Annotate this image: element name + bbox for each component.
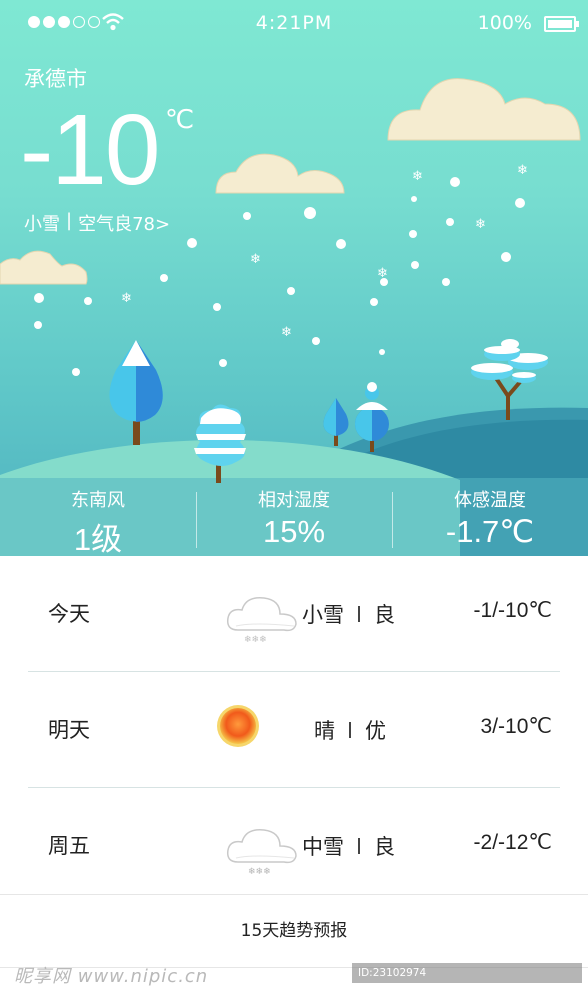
svg-text:❄: ❄ (281, 325, 292, 340)
forecast-condition: 中雪 良 (302, 831, 395, 861)
tree-icon (323, 398, 349, 446)
tree-icon (471, 339, 548, 420)
forecast-air-quality: 良 (374, 603, 395, 627)
stat-value: -1.7℃ (445, 514, 535, 549)
watermark-id: ID:23102974 NO:20180422134944281549 (352, 963, 582, 999)
forecast-weather: 小雪 (302, 603, 344, 627)
svg-text:❄: ❄ (475, 217, 486, 232)
trend-forecast-button[interactable]: 15天趋势预报 (0, 894, 588, 968)
forecast-temperature: 3/-10℃ (480, 715, 552, 738)
snow-cloud-icon: ❄❄❄ (226, 597, 297, 644)
forecast-condition: 小雪 良 (302, 599, 395, 629)
watermark-logo: 昵享网 www.nipic.cn (14, 966, 209, 987)
sun-icon (217, 705, 259, 747)
forecast-air-quality: 良 (374, 835, 395, 859)
svg-text:❄❄❄: ❄❄❄ (244, 635, 267, 644)
cloud-icon (215, 153, 345, 194)
battery-percentage: 100% (477, 12, 532, 34)
current-condition: 小雪 (24, 214, 60, 235)
stat-label: 相对湿度 (258, 490, 330, 511)
forecast-temperature: -2/-12℃ (473, 831, 552, 854)
tree-icon (109, 340, 163, 445)
cloud-icon (0, 250, 88, 285)
air-quality-link[interactable]: 空气良78> (78, 210, 170, 236)
current-condition-line: 小雪 | 空气良78> (24, 210, 170, 236)
separator (358, 838, 360, 854)
forecast-air-quality: 优 (365, 719, 386, 743)
forecast-row-today[interactable]: 今天 ❄❄❄ 小雪 良 -1/-10℃ (28, 556, 560, 672)
stat-value: 15% (262, 514, 326, 549)
condition-divider: | (66, 210, 73, 231)
forecast-weather: 中雪 (302, 835, 344, 859)
svg-text:❄: ❄ (377, 266, 388, 281)
status-bar: 4:21PM 100% (0, 10, 588, 38)
snow-cloud-icon: ❄❄❄ (226, 829, 297, 876)
weather-hero: ❄ ❄ ❄ ❄ ❄ ❄ ❄ 4:21PM 100% 承德市 -10 ℃ 小雪 |… (0, 0, 588, 556)
stat-label: 体感温度 (454, 490, 526, 511)
weather-stats: 东南风 1级 相对湿度 15% 体感温度 -1.7℃ (0, 480, 588, 556)
weather-scene: ❄ ❄ ❄ ❄ ❄ ❄ ❄ (0, 78, 588, 556)
current-temperature: -10 (20, 94, 161, 206)
battery-icon (544, 16, 579, 32)
forecast-condition: 晴 优 (314, 715, 386, 745)
svg-text:❄❄❄: ❄❄❄ (248, 867, 271, 876)
daily-forecast-list: 今天 ❄❄❄ 小雪 良 -1/-10℃ 明天 晴 优 3/-10℃ 周五 ❄❄❄… (0, 556, 588, 903)
stat-label: 东南风 (71, 490, 125, 511)
forecast-weather: 晴 (314, 719, 335, 743)
stat-wind: 东南风 1级 (0, 480, 196, 556)
stat-humidity: 相对湿度 15% (196, 480, 392, 556)
forecast-day: 今天 (48, 602, 90, 626)
svg-text:❄: ❄ (121, 291, 132, 306)
svg-text:❄: ❄ (250, 252, 261, 267)
stat-feels-like: 体感温度 -1.7℃ (392, 480, 588, 556)
separator (349, 722, 351, 738)
forecast-row-tomorrow[interactable]: 明天 晴 优 3/-10℃ (28, 672, 560, 788)
svg-text:❄: ❄ (517, 163, 528, 178)
forecast-day: 周五 (48, 834, 90, 858)
svg-text:❄: ❄ (412, 169, 423, 184)
separator (358, 606, 360, 622)
forecast-temperature: -1/-10℃ (473, 599, 552, 622)
cloud-icon (387, 78, 581, 141)
temperature-unit: ℃ (165, 105, 195, 135)
forecast-row-friday[interactable]: 周五 ❄❄❄ 中雪 良 -2/-12℃ (28, 788, 560, 903)
stat-value: 1级 (73, 522, 123, 556)
forecast-day: 明天 (48, 718, 90, 742)
city-name[interactable]: 承德市 (24, 63, 87, 93)
